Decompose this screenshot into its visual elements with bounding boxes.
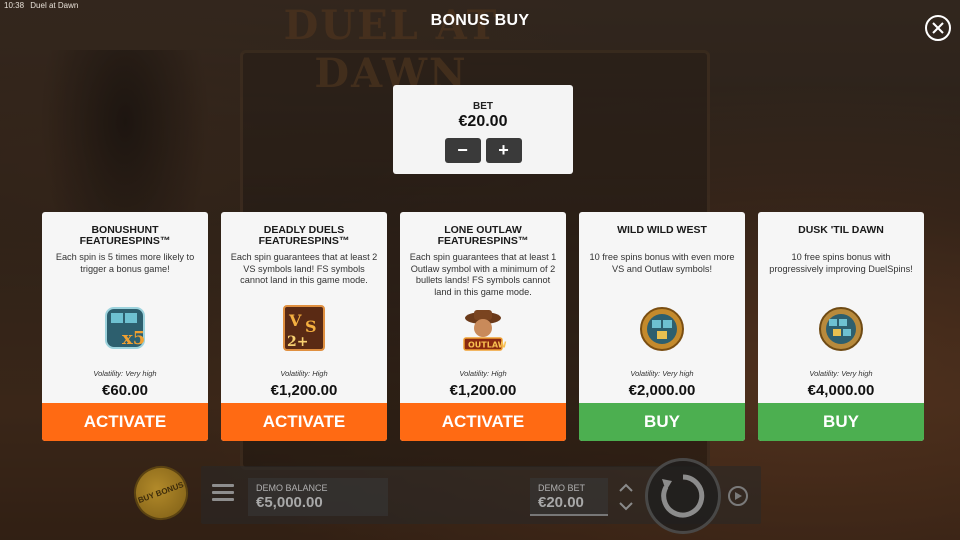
card-title: BONUSHUNT FEATURESPINS™ bbox=[79, 224, 171, 247]
close-icon bbox=[932, 22, 944, 34]
svg-text:x5: x5 bbox=[122, 328, 145, 349]
card-volatility: Volatility: High bbox=[459, 369, 507, 378]
status-bar: 10:38 Duel at Dawn bbox=[4, 1, 82, 10]
bet-value: €20.00 bbox=[458, 113, 508, 130]
card-price: €1,200.00 bbox=[449, 382, 517, 399]
demo-bet-label: DEMO BET bbox=[538, 483, 586, 493]
svg-text:V: V bbox=[288, 311, 302, 330]
outlaw-icon: OUTLAW bbox=[463, 310, 507, 351]
bet-label: BET bbox=[473, 101, 493, 112]
card-price: €4,000.00 bbox=[807, 382, 875, 399]
card-volatility: Volatility: High bbox=[280, 369, 328, 378]
card-volatility: Volatility: Very high bbox=[630, 369, 694, 378]
bet-panel: BET €20.00 − + bbox=[393, 85, 573, 174]
spin-arrows-icon bbox=[661, 474, 705, 518]
svg-text:2+: 2+ bbox=[287, 334, 308, 350]
bonus-card-lone-outlaw: LONE OUTLAW FEATURESPINS™ Each spin guar… bbox=[400, 212, 566, 441]
chevron-up-icon bbox=[619, 483, 633, 492]
buy-button[interactable]: BUY bbox=[579, 403, 745, 441]
card-price: €1,200.00 bbox=[270, 382, 338, 399]
card-description: Each spin guarantees that at least 1 Out… bbox=[409, 252, 557, 297]
card-price: €2,000.00 bbox=[628, 382, 696, 399]
card-title: DEADLY DUELS FEATURESPINS™ bbox=[258, 224, 350, 247]
card-volatility: Volatility: Very high bbox=[809, 369, 873, 378]
bonus-card-bonushunt: BONUSHUNT FEATURESPINS™ Each spin is 5 t… bbox=[42, 212, 208, 441]
demo-balance-label: DEMO BALANCE bbox=[256, 483, 328, 493]
close-button[interactable] bbox=[925, 15, 951, 41]
card-title: WILD WILD WEST bbox=[617, 224, 707, 236]
card-title: LONE OUTLAW FEATURESPINS™ bbox=[437, 224, 529, 247]
demo-balance-value: €5,000.00 bbox=[256, 494, 323, 511]
activate-button[interactable]: ACTIVATE bbox=[221, 403, 387, 441]
bonus-card-deadly-duels: DEADLY DUELS FEATURESPINS™ Each spin gua… bbox=[221, 212, 387, 441]
bet-decrease-button[interactable]: − bbox=[444, 138, 481, 163]
card-description: 10 free spins bonus with progressively i… bbox=[769, 252, 913, 274]
bonus-card-dusk-til-dawn: DUSK 'TIL DAWN 10 free spins bonus with … bbox=[758, 212, 924, 441]
bet-arrows-button[interactable] bbox=[617, 480, 635, 514]
chevron-down-icon bbox=[619, 502, 633, 511]
card-price: €60.00 bbox=[102, 382, 148, 399]
card-description: Each spin guarantees that at least 2 VS … bbox=[230, 252, 378, 285]
bet-controls: − + bbox=[393, 138, 573, 163]
deadly-duels-2vs-icon: V S 2+ bbox=[283, 305, 325, 351]
card-volatility: Volatility: Very high bbox=[93, 369, 157, 378]
card-description: 10 free spins bonus with even more VS an… bbox=[589, 252, 735, 274]
spin-button[interactable] bbox=[645, 458, 721, 534]
menu-icon bbox=[212, 484, 234, 487]
bonushunt-x5-icon: x5 bbox=[105, 307, 145, 349]
demo-bet: DEMO BET €20.00 bbox=[530, 478, 608, 516]
clock: 10:38 bbox=[4, 1, 25, 10]
autoplay-button[interactable] bbox=[728, 486, 748, 506]
card-description: Each spin is 5 times more likely to trig… bbox=[55, 252, 195, 274]
demo-balance: DEMO BALANCE €5,000.00 bbox=[248, 478, 388, 516]
app-title: Duel at Dawn bbox=[30, 1, 79, 10]
menu-button[interactable] bbox=[212, 484, 234, 504]
buy-button[interactable]: BUY bbox=[758, 403, 924, 441]
autoplay-icon bbox=[735, 492, 742, 500]
demo-bet-value: €20.00 bbox=[538, 494, 584, 511]
activate-button[interactable]: ACTIVATE bbox=[42, 403, 208, 441]
wild-wild-west-icon bbox=[640, 307, 684, 351]
dialog-title: BONUS BUY bbox=[430, 12, 530, 29]
card-title: DUSK 'TIL DAWN bbox=[798, 224, 884, 236]
svg-text:OUTLAW: OUTLAW bbox=[468, 341, 507, 350]
bonus-card-wild-wild-west: WILD WILD WEST 10 free spins bonus with … bbox=[579, 212, 745, 441]
activate-button[interactable]: ACTIVATE bbox=[400, 403, 566, 441]
bet-increase-button[interactable]: + bbox=[485, 138, 522, 163]
dusk-til-dawn-icon bbox=[819, 307, 863, 351]
